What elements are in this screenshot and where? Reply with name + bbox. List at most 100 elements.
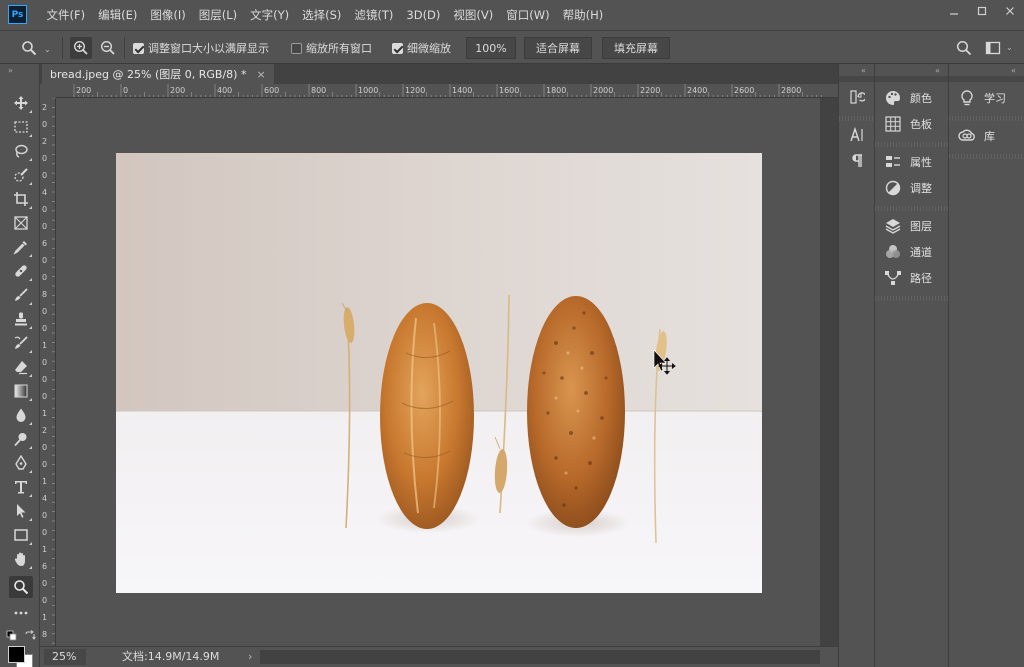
- swatches-panel-button[interactable]: 色板: [875, 112, 948, 136]
- tool-preset-picker[interactable]: [18, 37, 40, 59]
- libraries-panel-button[interactable]: 库: [949, 124, 1024, 148]
- fit-screen-button[interactable]: 适合屏幕: [524, 37, 592, 59]
- menu-window[interactable]: 窗口(W): [500, 7, 556, 23]
- checkbox-unchecked[interactable]: [291, 42, 302, 54]
- foreground-color-swatch[interactable]: [8, 646, 25, 663]
- close-window-button[interactable]: [996, 0, 1024, 22]
- menu-edit[interactable]: 编辑(E): [92, 7, 144, 23]
- vertical-scrollbar[interactable]: [820, 98, 838, 646]
- panel-grip[interactable]: [875, 206, 948, 211]
- vertical-ruler[interactable]: 2 0 2 0 0 4 0 0 6 0 0 8 0 0 1 0 0 0 1 2 0 0 1 4 0 0 1 6 0 0 1 8: [40, 98, 56, 646]
- expand-toolbar-icon[interactable]: »: [8, 66, 13, 75]
- pen-tool[interactable]: [9, 452, 33, 474]
- healing-brush-tool[interactable]: [9, 260, 33, 282]
- history-brush-tool[interactable]: [9, 332, 33, 354]
- paragraph-panel-button[interactable]: [848, 152, 866, 170]
- swap-colors-icon[interactable]: [24, 630, 36, 642]
- resize-windows-checkbox[interactable]: 调整窗口大小以满屏显示: [133, 37, 269, 59]
- adjustments-panel-button[interactable]: 调整: [875, 176, 948, 200]
- clone-stamp-tool[interactable]: [9, 308, 33, 330]
- menu-help[interactable]: 帮助(H): [556, 7, 610, 23]
- channels-panel-button[interactable]: 通道: [875, 240, 948, 264]
- panel-grip[interactable]: [875, 296, 948, 301]
- default-colors-icon[interactable]: [6, 630, 18, 642]
- menu-file[interactable]: 文件(F): [40, 7, 92, 23]
- panel-dock-header: [949, 76, 1024, 82]
- horizontal-ruler[interactable]: 200 0 200 400 600 800 1000 1200 1400 1600 1800 2000…: [56, 84, 838, 98]
- minimize-button[interactable]: [940, 0, 968, 22]
- quick-selection-tool[interactable]: [9, 164, 33, 186]
- gradient-tool[interactable]: [9, 380, 33, 402]
- close-tab-icon[interactable]: ×: [256, 68, 265, 81]
- properties-panel-button[interactable]: 属性: [875, 150, 948, 174]
- color-panel-label: 颜色: [910, 92, 932, 105]
- panel-grip[interactable]: [949, 154, 1024, 159]
- zoom-level-field[interactable]: 25%: [44, 649, 86, 665]
- maximize-button[interactable]: [968, 0, 996, 22]
- paths-panel-label: 路径: [910, 272, 932, 285]
- libraries-panel-label: 库: [984, 130, 995, 143]
- ruler-label: 1: [42, 545, 47, 554]
- zoom-all-windows-checkbox[interactable]: 缩放所有窗口: [291, 37, 372, 59]
- quick-selection-icon: [14, 168, 28, 182]
- fill-screen-button[interactable]: 填充屏幕: [602, 37, 670, 59]
- menu-layer[interactable]: 图层(L): [192, 7, 243, 23]
- checkbox-checked[interactable]: [133, 42, 144, 54]
- status-menu-arrow[interactable]: ›: [248, 647, 252, 667]
- eraser-tool[interactable]: [9, 356, 33, 378]
- menu-view[interactable]: 视图(V): [447, 7, 500, 23]
- scrubby-zoom-checkbox[interactable]: 细微缩放: [392, 37, 451, 59]
- paths-panel-button[interactable]: 路径: [875, 266, 948, 290]
- chevron-down-icon[interactable]: ⌄: [1006, 43, 1013, 52]
- collapse-panels-icon[interactable]: «: [861, 66, 866, 75]
- dodge-tool[interactable]: [9, 428, 33, 450]
- photoshop-logo[interactable]: Ps: [8, 5, 27, 24]
- edit-toolbar-button[interactable]: [9, 602, 33, 624]
- ruler-label: 1: [42, 341, 47, 350]
- collapse-panels-icon[interactable]: «: [935, 66, 940, 75]
- workspace-switcher[interactable]: [982, 37, 1004, 59]
- document-size-info[interactable]: 文档:14.9M/14.9M: [122, 647, 219, 667]
- ruler-origin[interactable]: [40, 84, 56, 98]
- menu-type[interactable]: 文字(Y): [244, 7, 296, 23]
- character-panel-button[interactable]: [848, 126, 866, 144]
- zoom-in-button[interactable]: [70, 37, 92, 59]
- document-tab[interactable]: bread.jpeg @ 25% (图层 0, RGB/8) * ×: [42, 64, 274, 84]
- marquee-tool[interactable]: [9, 116, 33, 138]
- lasso-tool[interactable]: [9, 140, 33, 162]
- type-tool[interactable]: [9, 476, 33, 498]
- panel-grip[interactable]: [839, 116, 874, 121]
- path-selection-tool[interactable]: [9, 500, 33, 522]
- checkbox-checked[interactable]: [392, 42, 403, 54]
- hand-tool[interactable]: [9, 548, 33, 570]
- frame-tool[interactable]: [9, 212, 33, 234]
- channels-panel-label: 通道: [910, 246, 932, 259]
- options-divider: [62, 37, 63, 59]
- panel-grip[interactable]: [949, 116, 1024, 121]
- chevron-down-icon[interactable]: ⌄: [44, 45, 51, 54]
- menu-3d[interactable]: 3D(D): [400, 8, 447, 22]
- crop-tool[interactable]: [9, 188, 33, 210]
- learn-panel-button[interactable]: 学习: [949, 86, 1024, 110]
- menu-image[interactable]: 图像(I): [144, 7, 192, 23]
- history-panel-button[interactable]: [848, 88, 866, 106]
- zoom-100-button[interactable]: 100%: [466, 37, 516, 59]
- options-bar: ⌄ 调整窗口大小以满屏显示 缩放所有窗口 细微缩放 100% 适合屏幕 填充屏幕…: [0, 30, 1024, 64]
- panel-grip[interactable]: [875, 142, 948, 147]
- layers-panel-button[interactable]: 图层: [875, 214, 948, 238]
- rectangle-tool[interactable]: [9, 524, 33, 546]
- eyedropper-tool[interactable]: [9, 236, 33, 258]
- color-panel-button[interactable]: 颜色: [875, 86, 948, 110]
- zoom-out-button[interactable]: [97, 37, 119, 59]
- horizontal-scrollbar[interactable]: [260, 650, 820, 664]
- brush-tool[interactable]: [9, 284, 33, 306]
- document-canvas[interactable]: [56, 98, 820, 646]
- menu-filter[interactable]: 滤镜(T): [348, 7, 400, 23]
- zoom-tool[interactable]: [9, 576, 33, 598]
- blur-tool[interactable]: [9, 404, 33, 426]
- collapse-panels-icon[interactable]: «: [1011, 66, 1016, 75]
- search-button[interactable]: [953, 37, 975, 59]
- menu-select[interactable]: 选择(S): [296, 7, 348, 23]
- ruler-label: 1200: [405, 86, 425, 95]
- move-tool[interactable]: [9, 92, 33, 114]
